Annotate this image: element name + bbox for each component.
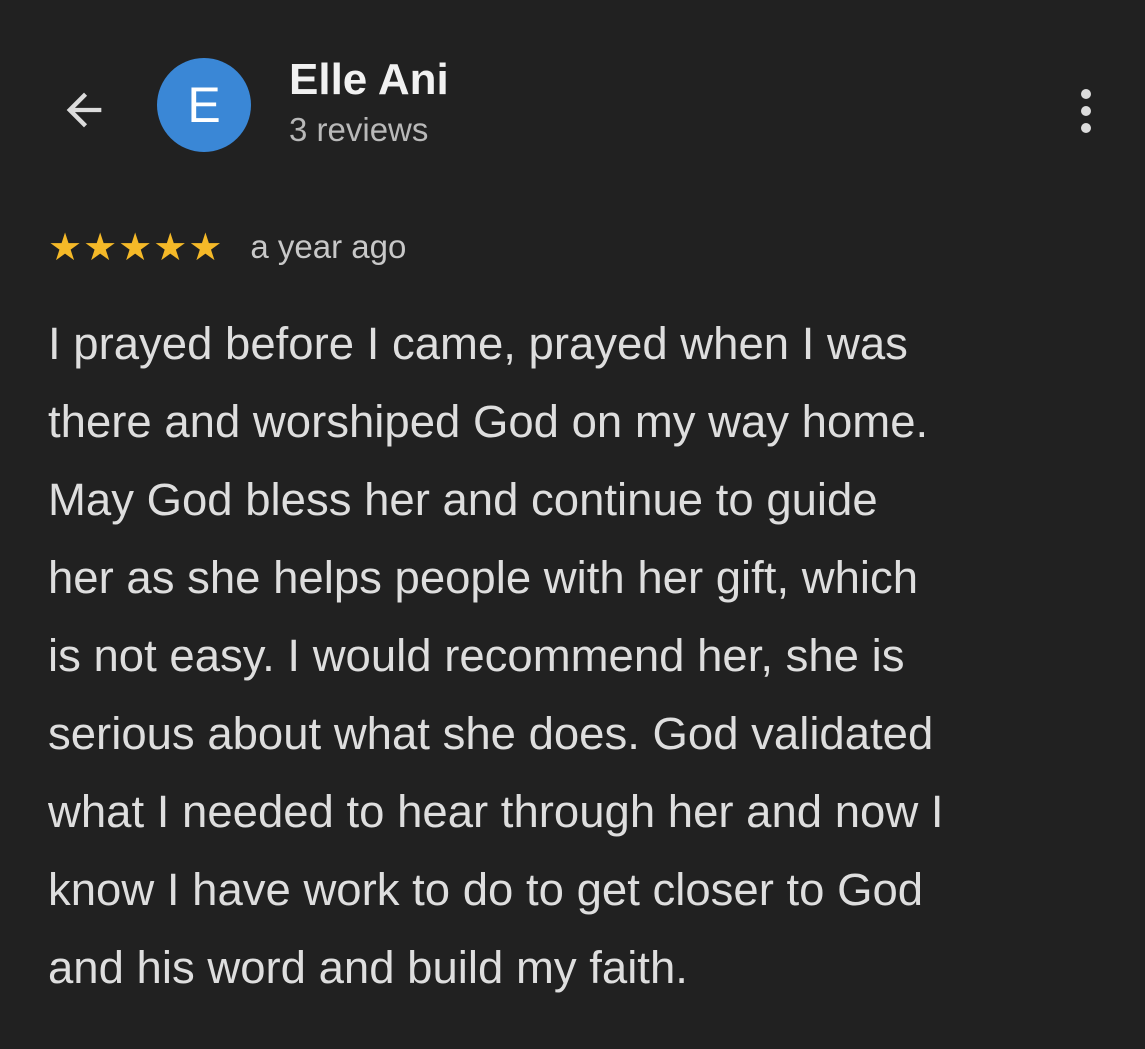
review-text-line: May God bless her and continue to guide (48, 474, 878, 525)
avatar-letter: E (187, 77, 221, 133)
review-text-line: I prayed before I came, prayed when I wa… (48, 318, 908, 369)
review-text-line: her as she helps people with her gift, w… (48, 552, 919, 603)
review-time: a year ago (250, 228, 407, 265)
reviewer-header: E Elle Ani 3 reviews (0, 0, 1145, 190)
review-text-line: is not easy. I would recommend her, she … (48, 630, 905, 681)
review-text-line: know I have work to do to get closer to … (48, 864, 924, 915)
more-vertical-icon-dot (1081, 106, 1091, 116)
avatar[interactable]: E (157, 58, 251, 152)
review-count: 3 reviews (289, 111, 429, 148)
arrow-left-icon (66, 92, 102, 128)
review-text-line: serious about what she does. God validat… (48, 708, 934, 759)
star-filled-icon: ★ (83, 225, 118, 269)
star-filled-icon: ★ (188, 225, 223, 269)
star-filled-icon: ★ (48, 225, 83, 269)
star-filled-icon: ★ (118, 225, 153, 269)
review-text: I prayed before I came, prayed when I wa… (48, 305, 1128, 1007)
review-rating-row: ★ ★ ★ ★ ★ a year ago (48, 222, 406, 272)
back-button[interactable] (52, 78, 116, 142)
reviewer-name[interactable]: Elle Ani (289, 54, 449, 106)
more-vertical-icon (1081, 89, 1091, 99)
reviewer-info: Elle Ani 3 reviews (289, 54, 449, 152)
star-rating: ★ ★ ★ ★ ★ (48, 227, 222, 267)
review-text-line: and his word and build my faith. (48, 942, 688, 993)
review-text-line: what I needed to hear through her and no… (48, 786, 944, 837)
more-vertical-icon-dot (1081, 123, 1091, 133)
review-text-line: there and worshiped God on my way home. (48, 396, 929, 447)
more-options-button[interactable] (1060, 78, 1112, 144)
star-filled-icon: ★ (153, 225, 188, 269)
